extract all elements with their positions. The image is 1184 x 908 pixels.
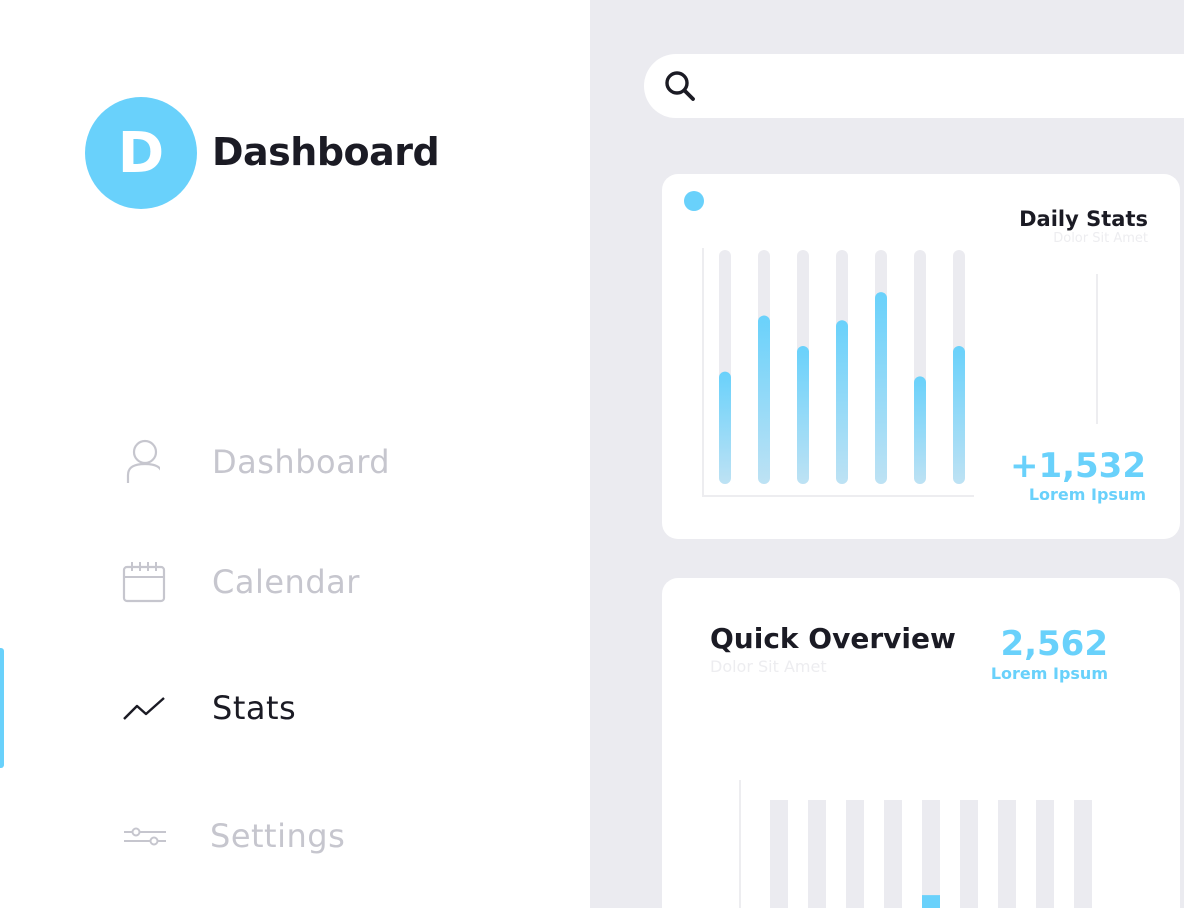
daily-stats-subtitle: Dolor Sit Amet bbox=[1053, 231, 1148, 246]
calendar-icon bbox=[120, 557, 170, 607]
sidebar-item-dashboard[interactable]: Dashboard bbox=[120, 432, 480, 492]
bar-track bbox=[808, 800, 826, 908]
bar-track bbox=[960, 800, 978, 908]
quick-overview-value-label: Lorem Ipsum bbox=[990, 664, 1108, 683]
search-icon[interactable] bbox=[662, 68, 698, 104]
bar bbox=[836, 320, 848, 484]
settings-icon bbox=[120, 811, 170, 861]
quick-overview-card: Quick Overview Dolor Sit Amet 2,562 Lore… bbox=[662, 578, 1180, 908]
bar bbox=[953, 345, 965, 484]
quick-overview-title: Quick Overview bbox=[710, 622, 956, 655]
bar-track bbox=[1036, 800, 1054, 908]
search-input[interactable] bbox=[714, 66, 1184, 108]
quick-overview-value: 2,562 bbox=[1000, 624, 1108, 664]
daily-stats-card: Daily Stats Dolor Sit Amet +1,532 Lorem … bbox=[662, 174, 1180, 539]
app-title: Dashboard bbox=[212, 130, 440, 174]
bar-track bbox=[1074, 800, 1092, 908]
sidebar-item-calendar[interactable]: Calendar bbox=[120, 552, 480, 612]
logo-letter: D bbox=[117, 120, 165, 186]
sidebar-item-settings[interactable]: Settings bbox=[120, 806, 480, 866]
daily-stats-value-label: Lorem Ipsum bbox=[1028, 485, 1146, 504]
daily-stats-title: Daily Stats bbox=[1019, 207, 1148, 231]
status-dot bbox=[684, 191, 704, 211]
bar-track bbox=[884, 800, 902, 908]
main-content: Daily Stats Dolor Sit Amet +1,532 Lorem … bbox=[590, 0, 1184, 908]
bar-track bbox=[922, 800, 940, 908]
divider bbox=[1096, 274, 1098, 424]
bar bbox=[914, 376, 926, 484]
quick-overview-subtitle: Dolor Sit Amet bbox=[710, 657, 827, 676]
sidebar-item-label: Dashboard bbox=[212, 443, 391, 481]
logo: D bbox=[85, 97, 197, 209]
daily-stats-chart bbox=[702, 248, 974, 497]
active-nav-indicator bbox=[0, 648, 4, 768]
daily-stats-value: +1,532 bbox=[1009, 446, 1146, 486]
bar bbox=[719, 371, 731, 484]
bar bbox=[797, 345, 809, 484]
bar-track bbox=[846, 800, 864, 908]
bar bbox=[875, 292, 887, 484]
sidebar-item-stats[interactable]: Stats bbox=[120, 678, 480, 738]
stats-icon bbox=[120, 683, 170, 733]
quick-overview-chart bbox=[739, 780, 1092, 908]
search-bar[interactable] bbox=[644, 54, 1184, 118]
bar-track bbox=[998, 800, 1016, 908]
sidebar-item-label: Stats bbox=[212, 689, 297, 727]
sidebar: D Dashboard Dashboard Calendar Stats Set… bbox=[0, 0, 590, 908]
user-icon bbox=[120, 437, 170, 487]
sidebar-item-label: Calendar bbox=[212, 563, 360, 601]
sidebar-item-label: Settings bbox=[210, 817, 346, 855]
bar bbox=[922, 895, 940, 908]
bar-track bbox=[770, 800, 788, 908]
bar bbox=[758, 315, 770, 484]
